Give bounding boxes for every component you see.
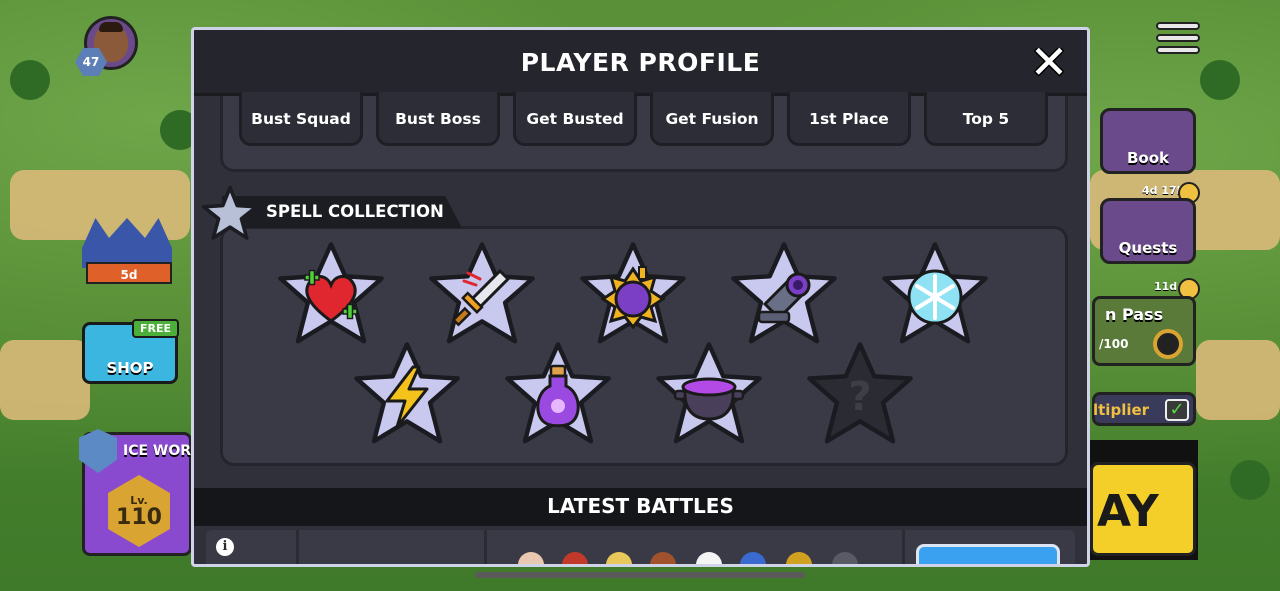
tree (1230, 460, 1270, 500)
menu-bar (1156, 46, 1200, 54)
player-head-icon (518, 552, 544, 564)
close-icon[interactable]: ✕ (1029, 39, 1069, 85)
player-head-icon (562, 552, 588, 564)
spell-slot-freeze[interactable] (880, 240, 990, 350)
latest-battles-title: LATEST BATTLES (547, 494, 734, 518)
spell-slot-potion[interactable] (503, 340, 613, 450)
hamburger-menu-icon[interactable] (1156, 22, 1200, 62)
menu-bar (1156, 34, 1200, 42)
lightning-icon (385, 365, 429, 429)
divider (484, 530, 487, 564)
modal-header: PLAYER PROFILE ✕ (194, 30, 1087, 96)
player-head-icon (696, 552, 722, 564)
cannon-icon (757, 272, 811, 324)
book-button[interactable]: Book (1100, 108, 1196, 174)
achievement-bust-squad[interactable]: Bust Squad (239, 92, 363, 146)
player-head-icon (606, 552, 632, 564)
play-button[interactable]: AY (1088, 440, 1198, 560)
achievement-get-fusion[interactable]: Get Fusion (650, 92, 774, 146)
spell-slot-bomb[interactable] (578, 240, 688, 350)
checkmark-icon[interactable]: ✓ (1165, 399, 1189, 421)
dirt-path (0, 340, 90, 420)
pass-title: n Pass (1105, 305, 1164, 324)
player-head-icon (786, 552, 812, 564)
quests-button[interactable]: Quests (1100, 198, 1196, 264)
player-head-icon (832, 552, 858, 564)
world-label: ICE WORL (123, 443, 200, 459)
shop-button[interactable]: FREE SHOP (82, 319, 179, 384)
latest-battles-header: LATEST BATTLES (194, 488, 1087, 526)
snowflake-icon (907, 269, 963, 325)
world-level-badge: Lv. 110 (108, 475, 170, 547)
player-profile-modal: PLAYER PROFILE ✕ Bust Squad Bust Boss Ge… (191, 27, 1090, 567)
achievement-1st-place[interactable]: 1st Place (787, 92, 911, 146)
spell-slot-cauldron[interactable] (654, 340, 764, 450)
ice-world-shield-icon (79, 429, 117, 473)
pass-progress: /100 (1099, 337, 1129, 351)
play-label: AY (1090, 462, 1196, 556)
player-head-icon (740, 552, 766, 564)
home-indicator[interactable] (475, 572, 805, 578)
multiplier-label: ltiplier (1093, 401, 1150, 419)
world-panel[interactable]: ICE WORL Lv. 110 (79, 429, 200, 556)
multiplier-toggle[interactable]: ltiplier ✓ (1092, 392, 1196, 426)
pass-timer: 11d (1154, 280, 1178, 293)
coin-icon (1153, 329, 1183, 359)
menu-bar (1156, 22, 1200, 30)
world-level-number: 110 (116, 504, 162, 530)
tree (10, 60, 50, 100)
sword-icon (451, 269, 511, 327)
quests-label: Quests (1118, 239, 1178, 257)
spell-slot-heal[interactable] (276, 240, 386, 350)
dirt-path (1196, 340, 1280, 420)
modal-title: PLAYER PROFILE (520, 48, 761, 77)
battle-action-button[interactable] (916, 544, 1060, 564)
spell-slot-cannon[interactable] (729, 240, 839, 350)
spell-slot-locked[interactable]: ? (805, 340, 915, 450)
spike-bomb-icon (600, 266, 666, 330)
season-pass-panel[interactable]: n Pass /100 (1092, 296, 1196, 366)
free-tag: FREE (131, 319, 179, 338)
info-icon[interactable]: i (216, 538, 234, 556)
player-head-icon (650, 552, 676, 564)
achievements-panel: Bust Squad Bust Boss Get Busted Get Fusi… (220, 92, 1068, 172)
spell-slot-sword[interactable] (427, 240, 537, 350)
cauldron-icon (673, 377, 745, 421)
star-section-icon (201, 185, 259, 240)
heart-heal-icon (304, 269, 358, 324)
book-label: Book (1126, 149, 1170, 167)
poison-potion-icon (536, 364, 580, 428)
unknown-question-icon: ? (848, 374, 872, 421)
achievement-get-busted[interactable]: Get Busted (513, 92, 637, 146)
achievement-bust-boss[interactable]: Bust Boss (376, 92, 500, 146)
spell-slot-lightning[interactable] (352, 340, 462, 450)
shop-label: SHOP (106, 359, 154, 377)
divider (902, 530, 905, 564)
achievement-top-5[interactable]: Top 5 (924, 92, 1048, 146)
rank-crown-icon[interactable] (82, 218, 172, 268)
tree (1200, 60, 1240, 100)
spell-collection-title: SPELL COLLECTION (266, 202, 444, 221)
battle-row[interactable]: i (206, 530, 1075, 564)
divider (296, 530, 299, 564)
rank-timer: 5d (86, 262, 172, 284)
